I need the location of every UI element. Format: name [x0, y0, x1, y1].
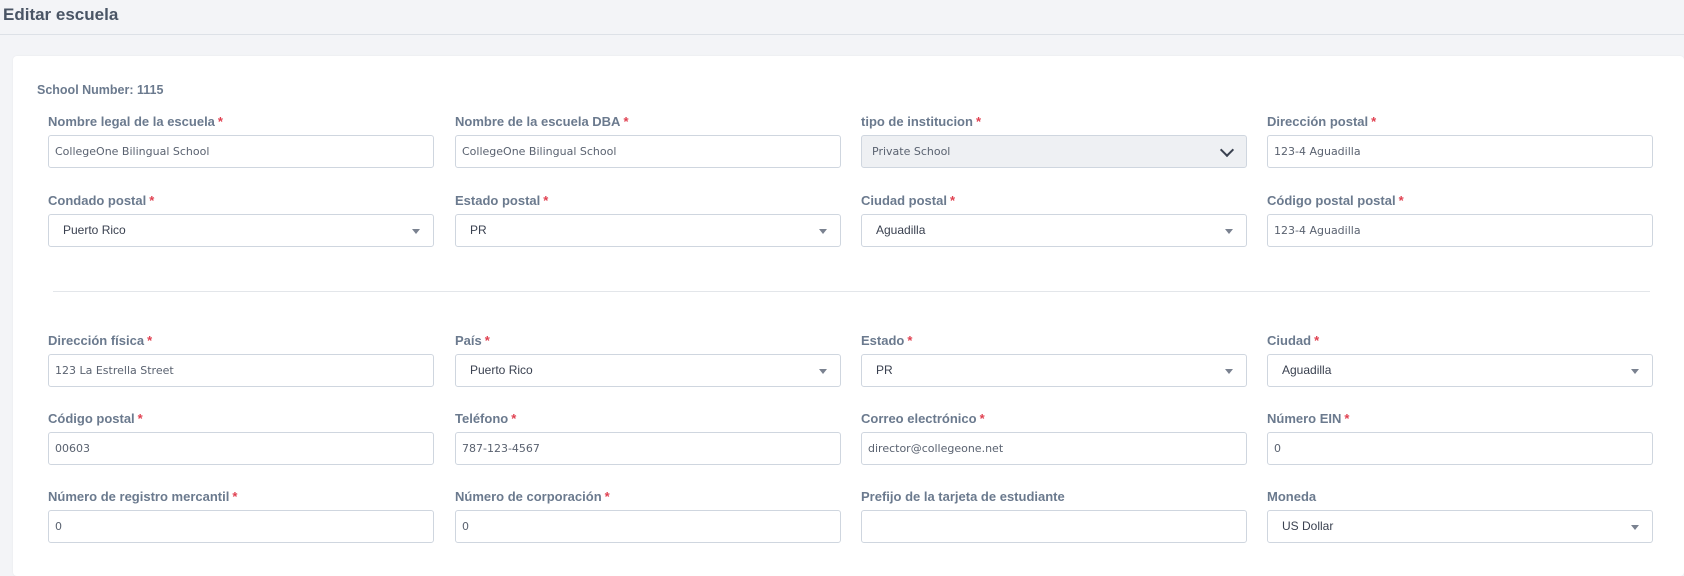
- postal-state-select[interactable]: PR: [455, 214, 841, 247]
- field-state: Estado * PR: [861, 333, 1247, 387]
- field-dba-name: Nombre de la escuela DBA * CollegeOne Bil…: [455, 114, 841, 168]
- required-mark: *: [907, 333, 913, 348]
- field-email: Correo electrónico * director@collegeone.…: [861, 411, 1247, 465]
- required-mark: *: [623, 114, 629, 129]
- field-postal-city: Ciudad postal * Aguadilla: [861, 193, 1247, 247]
- required-mark: *: [137, 411, 143, 426]
- field-country: País * Puerto Rico: [455, 333, 841, 387]
- field-student-card-prefix: Prefijo de la tarjeta de estudiante: [861, 489, 1247, 543]
- caret-down-icon: [1225, 369, 1233, 374]
- state-select[interactable]: PR: [861, 354, 1247, 387]
- required-mark: *: [543, 193, 549, 208]
- postal-state-label: Estado postal: [455, 193, 541, 208]
- country-value: Puerto Rico: [470, 363, 533, 377]
- institution-type-value: Private School: [872, 145, 951, 158]
- field-city: Ciudad * Aguadilla: [1267, 333, 1653, 387]
- field-postal-state: Estado postal * PR: [455, 193, 841, 247]
- student-card-prefix-label: Prefijo de la tarjeta de estudiante: [861, 489, 1065, 504]
- caret-down-icon: [1631, 525, 1639, 530]
- corporation-number-label: Número de corporación: [455, 489, 602, 504]
- ein-input[interactable]: 0: [1267, 432, 1653, 465]
- field-physical-address: Dirección física * 123 La Estrella Street: [48, 333, 434, 387]
- page-title: Editar escuela: [3, 5, 119, 24]
- dba-name-input[interactable]: CollegeOne Bilingual School: [455, 135, 841, 168]
- required-mark: *: [979, 411, 985, 426]
- zip-input[interactable]: 00603: [48, 432, 434, 465]
- postal-county-select[interactable]: Puerto Rico: [48, 214, 434, 247]
- required-mark: *: [975, 114, 981, 129]
- required-mark: *: [217, 114, 223, 129]
- physical-address-input[interactable]: 123 La Estrella Street: [48, 354, 434, 387]
- field-legal-name: Nombre legal de la escuela * CollegeOne B…: [48, 114, 434, 168]
- required-mark: *: [232, 489, 238, 504]
- currency-value: US Dollar: [1282, 519, 1334, 533]
- field-postal-address: Dirección postal * 123-4 Aguadilla: [1267, 114, 1653, 168]
- email-input[interactable]: director@collegeone.net: [861, 432, 1247, 465]
- postal-city-value: Aguadilla: [876, 223, 926, 237]
- required-mark: *: [484, 333, 490, 348]
- chevron-down-icon: [1219, 142, 1235, 158]
- city-value: Aguadilla: [1282, 363, 1332, 377]
- caret-down-icon: [412, 229, 420, 234]
- field-postal-county: Condado postal * Puerto Rico: [48, 193, 434, 247]
- phone-label: Teléfono: [455, 411, 509, 426]
- postal-state-value: PR: [470, 223, 487, 237]
- postal-zip-input[interactable]: 123-4 Aguadilla: [1267, 214, 1653, 247]
- institution-type-select[interactable]: Private School: [861, 135, 1247, 168]
- postal-city-label: Ciudad postal: [861, 193, 947, 208]
- field-zip: Código postal * 00603: [48, 411, 434, 465]
- postal-county-value: Puerto Rico: [63, 223, 126, 237]
- field-currency: Moneda US Dollar: [1267, 489, 1653, 543]
- required-mark: *: [511, 411, 517, 426]
- field-ein: Número EIN * 0: [1267, 411, 1653, 465]
- country-select[interactable]: Puerto Rico: [455, 354, 841, 387]
- field-phone: Teléfono * 787-123-4567: [455, 411, 841, 465]
- caret-down-icon: [819, 229, 827, 234]
- currency-label: Moneda: [1267, 489, 1317, 504]
- state-label: Estado: [861, 333, 905, 348]
- currency-select[interactable]: US Dollar: [1267, 510, 1653, 543]
- zip-label: Código postal: [48, 411, 135, 426]
- country-label: País: [455, 333, 482, 348]
- institution-type-label: tipo de institucion: [861, 114, 973, 129]
- required-mark: *: [949, 193, 956, 208]
- required-mark: *: [1344, 411, 1350, 426]
- field-institution-type: tipo de institucion * Private School: [861, 114, 1247, 168]
- required-mark: *: [149, 193, 155, 208]
- legal-name-input[interactable]: CollegeOne Bilingual School: [48, 135, 434, 168]
- email-label: Correo electrónico: [861, 411, 977, 426]
- city-select[interactable]: Aguadilla: [1267, 354, 1653, 387]
- required-mark: *: [1371, 114, 1377, 129]
- section-divider: [53, 291, 1650, 292]
- field-postal-zip: Código postal postal * 123-4 Aguadilla: [1267, 193, 1653, 247]
- school-number: School Number: 1115: [37, 83, 164, 97]
- caret-down-icon: [1631, 369, 1639, 374]
- required-mark: *: [1398, 193, 1404, 208]
- page-header: Editar escuela: [0, 0, 1684, 35]
- postal-county-label: Condado postal: [48, 193, 147, 208]
- required-mark: *: [604, 489, 610, 504]
- ein-label: Número EIN: [1267, 411, 1342, 426]
- phone-input[interactable]: 787-123-4567: [455, 432, 841, 465]
- dba-name-label: Nombre de la escuela DBA: [455, 114, 621, 129]
- legal-name-label: Nombre legal de la escuela: [48, 114, 215, 129]
- postal-address-input[interactable]: 123-4 Aguadilla: [1267, 135, 1653, 168]
- caret-down-icon: [1225, 229, 1233, 234]
- postal-city-select[interactable]: Aguadilla: [861, 214, 1247, 247]
- city-label: Ciudad: [1267, 333, 1312, 348]
- field-merchant-registry: Número de registro mercantil * 0: [48, 489, 434, 543]
- required-mark: *: [147, 333, 153, 348]
- caret-down-icon: [819, 369, 827, 374]
- field-corporation-number: Número de corporación * 0: [455, 489, 841, 543]
- physical-address-label: Dirección física: [48, 333, 145, 348]
- required-mark: *: [1314, 333, 1320, 348]
- corporation-number-input[interactable]: 0: [455, 510, 841, 543]
- state-value: PR: [876, 363, 893, 377]
- merchant-registry-input[interactable]: 0: [48, 510, 434, 543]
- postal-zip-label: Código postal postal: [1267, 193, 1396, 208]
- merchant-registry-label: Número de registro mercantil: [48, 489, 230, 504]
- student-card-prefix-input[interactable]: [861, 510, 1247, 543]
- postal-address-label: Dirección postal: [1267, 114, 1369, 129]
